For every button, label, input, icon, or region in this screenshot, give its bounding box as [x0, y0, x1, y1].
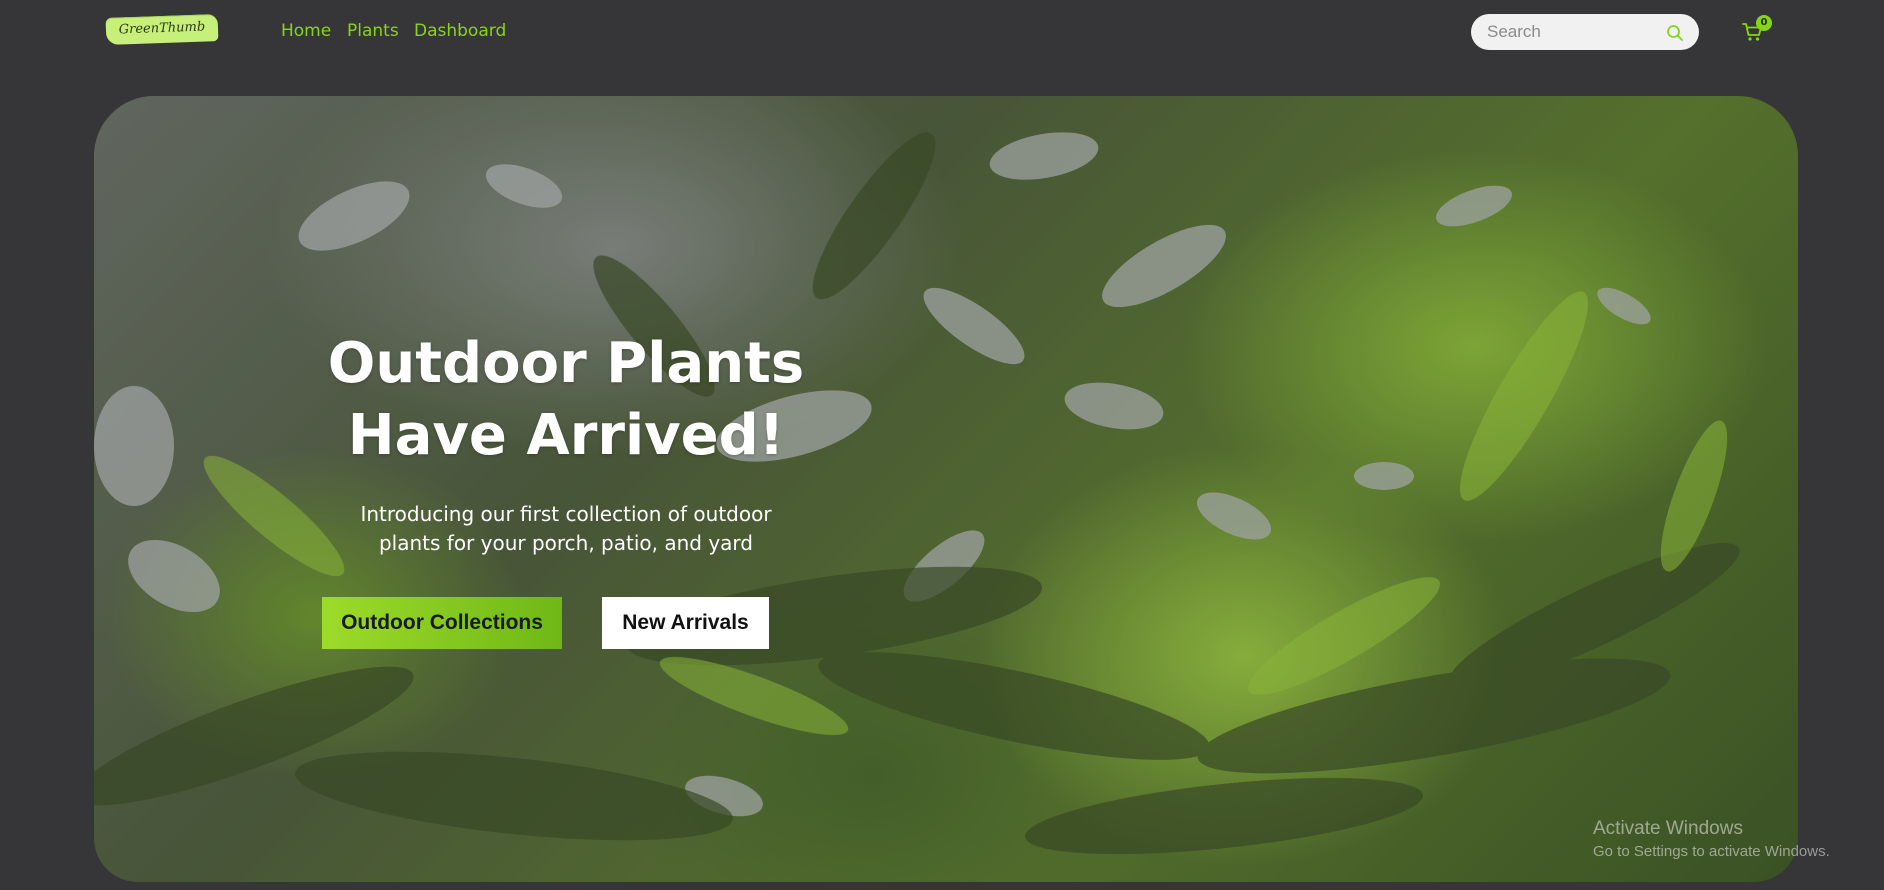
watermark-title: Activate Windows	[1593, 818, 1743, 839]
hero-title-line1: Outdoor Plants	[327, 331, 805, 396]
search-icon[interactable]	[1666, 24, 1684, 42]
brand-logo[interactable]: GreenThumb	[105, 14, 219, 45]
hero-subtitle-line1: Introducing our first collection of outd…	[360, 502, 772, 526]
hero-title-line2: Have Arrived!	[347, 403, 785, 468]
search-box	[1471, 14, 1699, 50]
windows-activation-watermark: Activate Windows Go to Settings to activ…	[1593, 818, 1830, 860]
watermark-subtitle: Go to Settings to activate Windows.	[1593, 843, 1830, 860]
new-arrivals-button[interactable]: New Arrivals	[602, 597, 769, 649]
hero-subtitle: Introducing our first collection of outd…	[326, 500, 806, 558]
hero-subtitle-line2: plants for your porch, patio, and yard	[378, 531, 754, 555]
outdoor-collections-button[interactable]: Outdoor Collections	[322, 597, 562, 649]
brand-logo-text: GreenThumb	[118, 19, 206, 38]
top-navbar: GreenThumb Home Plants Dashboard 0	[0, 0, 1884, 64]
nav-link-home[interactable]: Home	[281, 21, 331, 41]
search-input[interactable]	[1487, 14, 1657, 50]
nav-link-plants[interactable]: Plants	[347, 21, 399, 41]
cart-count-badge: 0	[1756, 15, 1772, 31]
hero-title: Outdoor Plants Have Arrived!	[306, 328, 826, 472]
hero-banner: Outdoor Plants Have Arrived! Introducing…	[94, 96, 1798, 882]
nav-link-dashboard[interactable]: Dashboard	[414, 21, 506, 41]
